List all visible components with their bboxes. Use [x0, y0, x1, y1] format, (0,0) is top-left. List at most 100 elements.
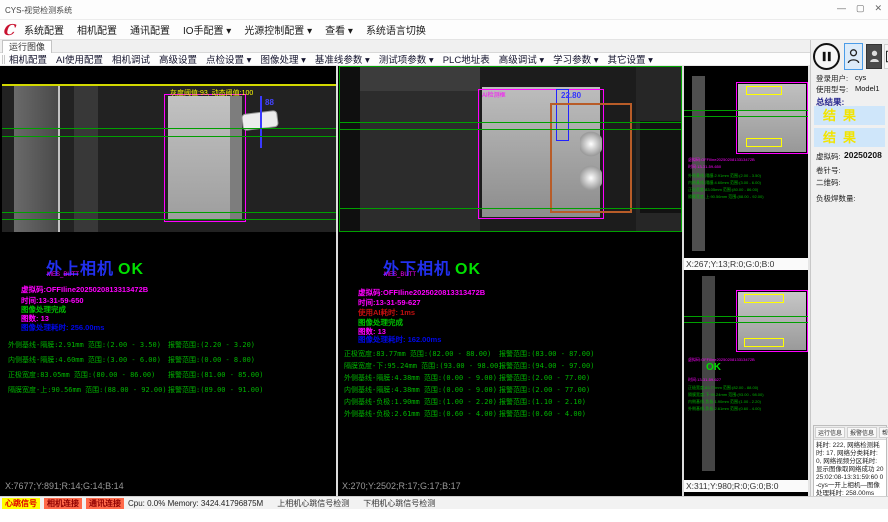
menu-item-camera-config[interactable]: 相机配置	[77, 22, 117, 37]
measurement-row: 隔膜宽度-上:90.56mm 范围:(88.00 - 92.00)报警范围:(8…	[8, 385, 336, 400]
roi-box-orange	[550, 103, 632, 213]
view-separator	[336, 66, 338, 496]
thumb-log-line: 时间:13-31-59-650	[688, 163, 721, 170]
camera-view-lower[interactable]: AI检测框 22.80 外下相机OK MES_BUTT 虚拟码:OFFIline…	[339, 66, 682, 496]
toolbar-grip	[2, 55, 5, 64]
info-tab-help[interactable]: 帮助信息	[879, 427, 888, 438]
close-button[interactable]: ✕	[874, 3, 882, 14]
info-tab-run[interactable]: 运行信息	[815, 427, 845, 438]
thumb-log-line: 隔膜宽度-上:90.56mm 范围:(88.00 - 92.00)	[688, 193, 764, 200]
blue-measure-label: 88	[265, 98, 274, 107]
window-controls: — ▢ ✕	[837, 3, 882, 14]
info-tab-alarm[interactable]: 报警信息	[847, 427, 877, 438]
result-ok: OK	[118, 261, 144, 278]
measurement-text: 隔膜宽度-上:90.56mm 范围:(88.00 - 92.00)	[8, 386, 167, 394]
measurement-text: 正极宽度:83.05mm 范围:(80.00 - 86.00)	[8, 371, 155, 379]
measurement-text: 内侧基线-隔膜:4.60mm 范围:(3.00 - 6.00)	[8, 356, 161, 364]
virtual-code-label: 虚拟码:	[816, 151, 841, 162]
overlay-line-green	[684, 110, 808, 111]
measurement-row: 外侧基线-隔膜:4.38mm 范围:(0.00 - 9.00)报警范围:(2.0…	[344, 373, 682, 385]
result-ok: OK	[455, 261, 481, 278]
blue-measure-label: 22.80	[561, 91, 581, 100]
process-time-line: 图像处理耗时: 162.00ms	[358, 334, 441, 345]
measurement-text: 外侧基线-隔膜:2.91mm 范围:(2.00 - 3.50)	[8, 341, 161, 349]
cursor-position-readout: X:7677;Y:891;R:14;G:14;B:14	[5, 481, 124, 491]
maximize-button[interactable]: ▢	[856, 3, 865, 14]
tool-learning-params[interactable]: 学习参数 ▾	[553, 52, 598, 66]
menu-item-system-config[interactable]: 系统配置	[24, 22, 64, 37]
admin-user-button[interactable]	[866, 44, 882, 69]
measurement-row: 内侧基线-负极:1.90mm 范围:(1.00 - 2.20)报警范围:(1.1…	[344, 397, 682, 409]
measurement-text: 正极宽度:83.77mm 范围:(82.00 - 88.00)	[344, 350, 491, 358]
tool-baseline-params[interactable]: 基准线参数 ▾	[315, 52, 370, 66]
machine-column	[702, 276, 715, 471]
main-image-area: 88 灰度阈值:93, 动态阈值:100 外上相机OK MES_BUTT 虚拟码…	[0, 66, 810, 496]
minimize-button[interactable]: —	[837, 3, 846, 14]
measurement-text: 隔膜宽度-下:95.24mm 范围:(93.00 - 98.00)	[344, 362, 503, 370]
pause-button[interactable]	[813, 43, 840, 70]
user-filled-icon	[869, 49, 880, 64]
tool-camera-debug[interactable]: 相机调试	[112, 52, 150, 66]
lower-camera-heartbeat-link[interactable]: 下相机心跳信号检测	[363, 498, 435, 509]
tool-plc-address-table[interactable]: PLC地址表	[443, 52, 490, 66]
measurement-row: 正极宽度:83.05mm 范围:(80.00 - 86.00)报警范围:(81.…	[8, 370, 336, 385]
info-tab-strip: 运行信息 报警信息 帮助信息	[814, 426, 886, 440]
tool-ai-usage-config[interactable]: AI使用配置	[56, 52, 103, 66]
right-control-panel: 登录用户: cys 使用型号: Model1 总结果: 结果 结果 虚拟码: 2…	[810, 40, 888, 509]
machine-column	[14, 86, 60, 232]
thumb-log-line: 正极宽度:83.77mm 范围:(82.00 - 88.00)	[688, 384, 758, 391]
alarm-range-text: 报警范围:(2.00 - 77.00)	[499, 385, 590, 395]
measurement-row: 外侧基线-隔膜:2.91mm 范围:(2.00 - 3.50)报警范围:(2.2…	[8, 340, 336, 355]
process-time-line: 图像处理耗时: 256.00ms	[21, 322, 104, 333]
overlay-line-green	[684, 116, 808, 117]
application-window: CYS-视觉检测系统 — ▢ ✕ C 系统配置 相机配置 通讯配置 IO手配置 …	[0, 0, 888, 522]
measurement-row: 正极宽度:83.77mm 范围:(82.00 - 88.00) 报警范围:(83.…	[344, 349, 682, 361]
menu-item-language-switch[interactable]: 系统语言切换	[366, 22, 426, 37]
thumbnail-view-1[interactable]: 虚拟码:OFFIline2025020813313472B 时间:13-31-5…	[684, 66, 808, 258]
roi-box-yellow	[746, 86, 782, 95]
thumbnail-column: 虚拟码:OFFIline2025020813313472B 时间:13-31-5…	[684, 66, 808, 496]
comm-connect-badge: 通讯连接	[86, 498, 124, 509]
overlay-line-green	[2, 219, 336, 220]
camera-view-upper[interactable]: 88 灰度阈值:93, 动态阈值:100 外上相机OK MES_BUTT 虚拟码…	[2, 66, 336, 496]
tool-test-item-params[interactable]: 测试项参数 ▾	[379, 52, 434, 66]
thumb-log-line: 虚拟码:OFFIline2025020813313472B	[688, 356, 755, 363]
overlay-line-green	[2, 136, 336, 137]
menu-item-view[interactable]: 查看 ▾	[325, 22, 353, 37]
thumb-log-line: 外侧基线-隔膜:2.91mm 范围:(2.00 - 3.50)	[688, 172, 761, 179]
menu-item-light-control-config[interactable]: 光源控制配置 ▾	[244, 22, 312, 37]
roi-box-yellow	[746, 138, 782, 147]
upper-camera-heartbeat-link[interactable]: 上相机心跳信号检测	[277, 498, 349, 509]
thumb-log-line: 内侧基线-隔膜:4.60mm 范围:(3.00 - 6.00)	[688, 179, 761, 186]
tool-other-settings[interactable]: 其它设置 ▾	[608, 52, 653, 66]
menu-item-comm-config[interactable]: 通讯配置	[130, 22, 170, 37]
tool-camera-config[interactable]: 相机配置	[9, 52, 47, 66]
bottom-strip	[0, 509, 888, 522]
threshold-overlay-text: 灰度阈值:93, 动态阈值:100	[170, 88, 253, 98]
alarm-range-text: 报警范围:(94.00 - 97.00)	[499, 361, 594, 371]
overlay-line-green	[2, 212, 336, 213]
toolbar: 相机配置 AI使用配置 相机调试 高级设置 点检设置 ▾ 图像处理 ▾ 基准线参…	[0, 53, 810, 66]
anode-weld-count-label: 负极焊数量:	[816, 193, 856, 204]
alarm-range-text: 报警范围:(83.00 - 87.00)	[499, 349, 594, 359]
virtual-code-value: 20250208	[844, 150, 882, 160]
alarm-range-text: 报警范围:(0.00 - 8.00)	[168, 355, 255, 365]
machine-beam	[360, 67, 480, 91]
tool-image-processing[interactable]: 图像处理 ▾	[260, 52, 305, 66]
pause-icon	[820, 50, 833, 63]
tool-advanced-debug[interactable]: 高级调试 ▾	[499, 52, 544, 66]
thumbnail-view-2[interactable]: 虚拟码:OFFIline2025020813313472B OK 时间:13-3…	[684, 270, 808, 480]
measurement-row: 内侧基线-隔膜:4.38mm 范围:(0.00 - 9.00)报警范围:(2.0…	[344, 385, 682, 397]
mes-tag: MES_BUTT	[47, 272, 79, 278]
tool-advanced-settings[interactable]: 高级设置	[159, 52, 197, 66]
logout-button[interactable]	[884, 44, 888, 69]
qr-code-label: 二维码:	[816, 177, 841, 188]
measurement-text: 内侧基线-隔膜:4.38mm 范围:(0.00 - 9.00)	[344, 386, 497, 394]
thumb-log-line: 时间:13-31-59-627	[688, 376, 721, 383]
status-bar: 心跳信号 相机连接 通讯连接 Cpu: 0.0% Memory: 3424.41…	[0, 496, 888, 509]
operator-login-button[interactable]	[844, 43, 863, 70]
camera-image-upper: 88 灰度阈值:93, 动态阈值:100	[2, 86, 336, 232]
menu-item-io-config[interactable]: IO手配置 ▾	[183, 22, 231, 37]
overlay-line-green	[339, 208, 682, 209]
tool-spot-check-settings[interactable]: 点检设置 ▾	[206, 52, 251, 66]
